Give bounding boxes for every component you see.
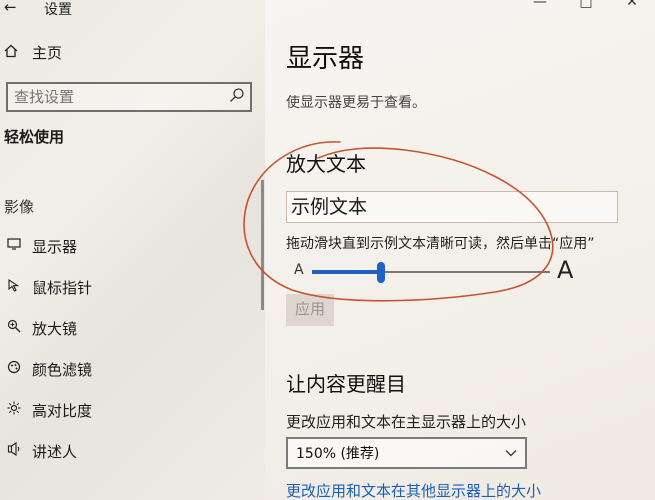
sidebar-item-label: 鼠标指针 [32,278,93,297]
sidebar-item-label: 讲述人 [32,442,78,461]
search-icon[interactable] [229,87,245,107]
group-label: 影像 [4,198,35,216]
sidebar: ← 设置 主页 轻松使用 影像 显示器 鼠标指针 放大镜 颜 [0,0,265,500]
section-heading-enlarge-text: 放大文本 [286,152,366,176]
narrator-icon [4,441,24,460]
slider-min-label: A [294,262,304,278]
pointer-icon [4,278,24,296]
minimize-icon[interactable]: — [517,0,563,10]
sample-text-box: 示例文本 [286,191,618,223]
page-title: 显示器 [286,44,365,74]
close-icon[interactable]: ✕ [609,0,655,10]
other-displays-link[interactable]: 更改应用和文本在其他显示器上的大小 [286,480,541,500]
home-icon [4,44,22,62]
slider-max-label: A [557,256,574,284]
scale-dropdown[interactable]: 150% (推荐) [286,437,527,469]
sidebar-item-display[interactable]: 显示器 [4,234,77,258]
search-input[interactable] [8,84,218,110]
window-controls: — □ ✕ [517,0,655,10]
sidebar-item-home[interactable]: 主页 [4,42,62,63]
sidebar-item-mouse-pointer[interactable]: 鼠标指针 [4,275,92,299]
scale-dropdown-value: 150% (推荐) [296,446,380,462]
sidebar-item-label: 显示器 [32,237,78,256]
contrast-icon [4,401,24,419]
chevron-down-icon [505,446,517,460]
text-size-slider-fill [312,270,381,274]
section-title: 轻松使用 [4,128,65,146]
scale-label: 更改应用和文本在主显示器上的大小 [286,413,527,431]
text-size-slider-thumb[interactable] [377,262,385,283]
sidebar-item-magnifier[interactable]: 放大镜 [4,316,77,340]
back-arrow-icon[interactable]: ← [4,0,17,16]
sidebar-item-narrator[interactable]: 讲述人 [4,439,77,463]
sidebar-item-label: 颜色滤镜 [32,360,93,379]
section-heading-make-everything-bigger: 让内容更醒目 [286,372,406,396]
color-filter-icon [4,360,24,378]
slider-instruction: 拖动滑块直到示例文本清晰可读，然后单击“应用” [286,236,595,252]
sidebar-item-high-contrast[interactable]: 高对比度 [4,398,92,422]
sidebar-scrollbar[interactable] [261,180,264,310]
sidebar-item-label: 放大镜 [32,319,78,338]
sidebar-item-color-filters[interactable]: 颜色滤镜 [4,357,92,381]
page-subtitle: 使显示器更易于查看。 [286,95,426,111]
apply-button[interactable]: 应用 [286,294,334,326]
main-panel: — □ ✕ 显示器 使显示器更易于查看。 放大文本 示例文本 拖动滑块直到示例文… [265,0,655,500]
magnifier-icon [4,319,24,337]
sidebar-item-label: 主页 [32,44,63,62]
sidebar-item-label: 高对比度 [32,401,93,420]
maximize-icon[interactable]: □ [563,0,609,10]
search-box[interactable] [6,82,252,112]
monitor-icon [4,238,24,254]
window-title: 设置 [44,2,72,18]
